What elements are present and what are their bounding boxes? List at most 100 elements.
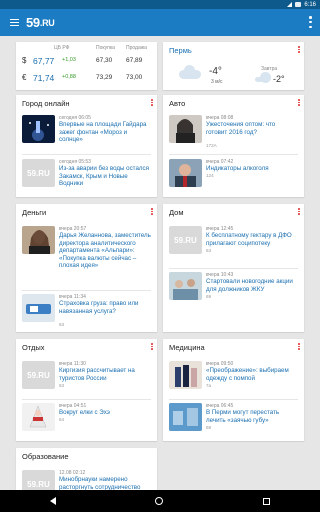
currency-value: 67,77 — [33, 56, 55, 66]
currency-buy: 67,30 — [96, 57, 113, 64]
currency-sell: 73,00 — [126, 74, 143, 81]
news-title[interactable]: Из-за аварии без воды остался Закамск, К… — [59, 165, 151, 188]
news-item[interactable]: 59.RU вчера 11:30 Киргизия рассчитывает … — [22, 361, 150, 395]
section-title[interactable]: Город онлайн — [22, 99, 70, 108]
news-title[interactable]: Минобрнауки намерено расторгнуть сотрудн… — [59, 476, 151, 491]
placeholder-logo-thumbnail: 59.RU — [169, 226, 202, 254]
app-logo[interactable]: 59.RU — [26, 15, 55, 30]
home-icon[interactable] — [155, 497, 164, 505]
section-title[interactable]: Отдых — [22, 343, 45, 352]
status-time: 6:16 — [304, 1, 316, 8]
news-item[interactable]: вчера 08:08 Ужесточения оптом: что готов… — [169, 115, 297, 151]
weather-city: Пермь — [169, 46, 192, 55]
news-count: 63 — [59, 383, 65, 388]
weather-wind: 3 м/с — [211, 79, 223, 85]
section-title[interactable]: Авто — [169, 99, 185, 108]
news-title[interactable]: К бесплатному гектару в ДФО прилагают со… — [206, 232, 298, 247]
news-title[interactable]: Вокруг елки с Эхэ — [59, 409, 151, 417]
weather-tomorrow-label: Завтра — [261, 66, 278, 72]
news-title[interactable]: «Преображение»: выбираем одежду с помпой — [206, 367, 298, 382]
battery-icon — [295, 2, 302, 7]
divider — [169, 154, 298, 155]
section-title[interactable]: Деньги — [22, 208, 46, 217]
news-item[interactable]: вчера 10:43 Стартовали новогодние акции … — [169, 272, 297, 308]
overflow-menu-icon[interactable] — [309, 16, 312, 28]
placeholder-logo-thumbnail: 59.RU — [22, 159, 55, 187]
news-item[interactable]: вчера 09:50 «Преображение»: выбираем оде… — [169, 361, 297, 395]
news-count: 64 — [59, 417, 65, 422]
currency-buy: 73,29 — [96, 74, 113, 81]
news-thumbnail — [22, 115, 55, 143]
section-menu-icon[interactable] — [298, 208, 300, 215]
cloud-icon — [179, 65, 201, 79]
news-title[interactable]: Индикаторы алкоголя — [206, 165, 298, 173]
news-item[interactable]: вчера 11:34 Страховка груза: право или н… — [22, 294, 150, 328]
divider — [169, 268, 298, 269]
news-thumbnail — [169, 159, 202, 187]
section-menu-icon[interactable] — [151, 343, 153, 350]
news-thumbnail — [22, 226, 55, 254]
news-item[interactable]: вчера 20:57 Дарья Желаннова, заместитель… — [22, 226, 151, 286]
section-title[interactable]: Медицина — [169, 343, 205, 352]
recent-apps-icon[interactable] — [263, 497, 271, 505]
logo-number: 59 — [26, 15, 40, 30]
currency-change: +0,88 — [62, 74, 76, 80]
news-title[interactable]: Страховка груза: право или навязанная ус… — [59, 300, 151, 315]
weather-tomorrow-temp: -2° — [273, 74, 285, 84]
section-title[interactable]: Образование — [22, 452, 69, 461]
news-count: 172А — [206, 143, 217, 148]
section-menu-icon[interactable] — [298, 99, 300, 106]
currency-sell: 67,89 — [126, 57, 143, 64]
cloud-icon — [255, 72, 271, 83]
section-auto: Авто вчера 08:08 Ужесточения оптом: что … — [163, 95, 304, 197]
currency-header-cb: ЦБ РФ — [54, 45, 70, 51]
news-thumbnail — [169, 272, 202, 300]
news-title[interactable]: Киргизия рассчитывает на туристов России — [59, 367, 151, 382]
placeholder-logo-thumbnail: 59.RU — [22, 361, 55, 389]
currency-header-sell: Продажа — [126, 45, 147, 51]
news-thumbnail — [169, 115, 202, 143]
weather-card[interactable]: Пермь -4° 3 м/с Завтра -2° — [163, 42, 304, 90]
news-thumbnail — [169, 403, 202, 431]
news-item[interactable]: вчера 07:42 Индикаторы алкоголя 124 — [169, 159, 297, 193]
placeholder-logo: 59.RU — [27, 479, 50, 489]
news-item[interactable]: 59.RU вчера 12:45 К бесплатному гектару … — [169, 226, 297, 262]
placeholder-logo: 59.RU — [27, 168, 50, 178]
menu-icon[interactable] — [10, 19, 19, 26]
currency-symbol: € — [22, 73, 27, 82]
news-title[interactable]: Дарья Желаннова, заместитель директора а… — [59, 232, 151, 270]
news-item[interactable]: 59.RU сегодня 05:53 Из-за аварии без вод… — [22, 159, 150, 193]
app-bar: 59.RU — [0, 9, 320, 36]
news-item[interactable]: вчера 04:51 Вокруг елки с Эхэ 64 — [22, 403, 150, 437]
news-title[interactable]: Стартовали новогодние акции для должнико… — [206, 278, 298, 293]
currency-row-eur: € 71,74 +0,88 73,29 73,00 — [22, 73, 152, 89]
currency-header-buy: Покупка — [96, 45, 115, 51]
news-item[interactable]: сегодня 06:05 Впервые на площади Гайдара… — [22, 115, 150, 151]
placeholder-logo: 59.RU — [174, 235, 197, 245]
placeholder-logo: 59.RU — [27, 370, 50, 380]
news-title[interactable]: В Перми могут перестать лечить «заячью г… — [206, 409, 298, 424]
divider — [22, 290, 151, 291]
news-count: 124 — [206, 173, 214, 178]
section-title[interactable]: Дом — [169, 208, 184, 217]
divider — [22, 154, 151, 155]
section-menu-icon[interactable] — [151, 208, 153, 215]
back-icon[interactable] — [49, 497, 56, 505]
section-menu-icon[interactable] — [298, 343, 300, 350]
news-count: 69 — [206, 294, 212, 299]
section-home: Дом 59.RU вчера 12:45 К бесплатному гект… — [163, 204, 304, 332]
logo-suffix: .RU — [39, 18, 55, 28]
news-count: 69 — [206, 425, 212, 430]
signal-icon — [287, 2, 293, 7]
section-education: Образование 59.RU 12.08 02:12 Минобрнаук… — [16, 448, 157, 498]
news-title[interactable]: Ужесточения оптом: что готовит 2016 год? — [206, 121, 298, 136]
weather-menu-icon[interactable] — [298, 46, 300, 53]
news-thumbnail — [22, 294, 55, 322]
news-count: 7а — [206, 383, 212, 388]
news-item[interactable]: вчера 06:45 В Перми могут перестать лечи… — [169, 403, 297, 437]
news-title[interactable]: Впервые на площади Гайдара зажег фонтан … — [59, 121, 151, 144]
currency-card: ЦБ РФ Покупка Продажа $ 67,77 +1,03 67,3… — [16, 42, 157, 90]
section-menu-icon[interactable] — [151, 99, 153, 106]
currency-change: +1,03 — [62, 57, 76, 63]
news-thumbnail — [22, 403, 55, 431]
